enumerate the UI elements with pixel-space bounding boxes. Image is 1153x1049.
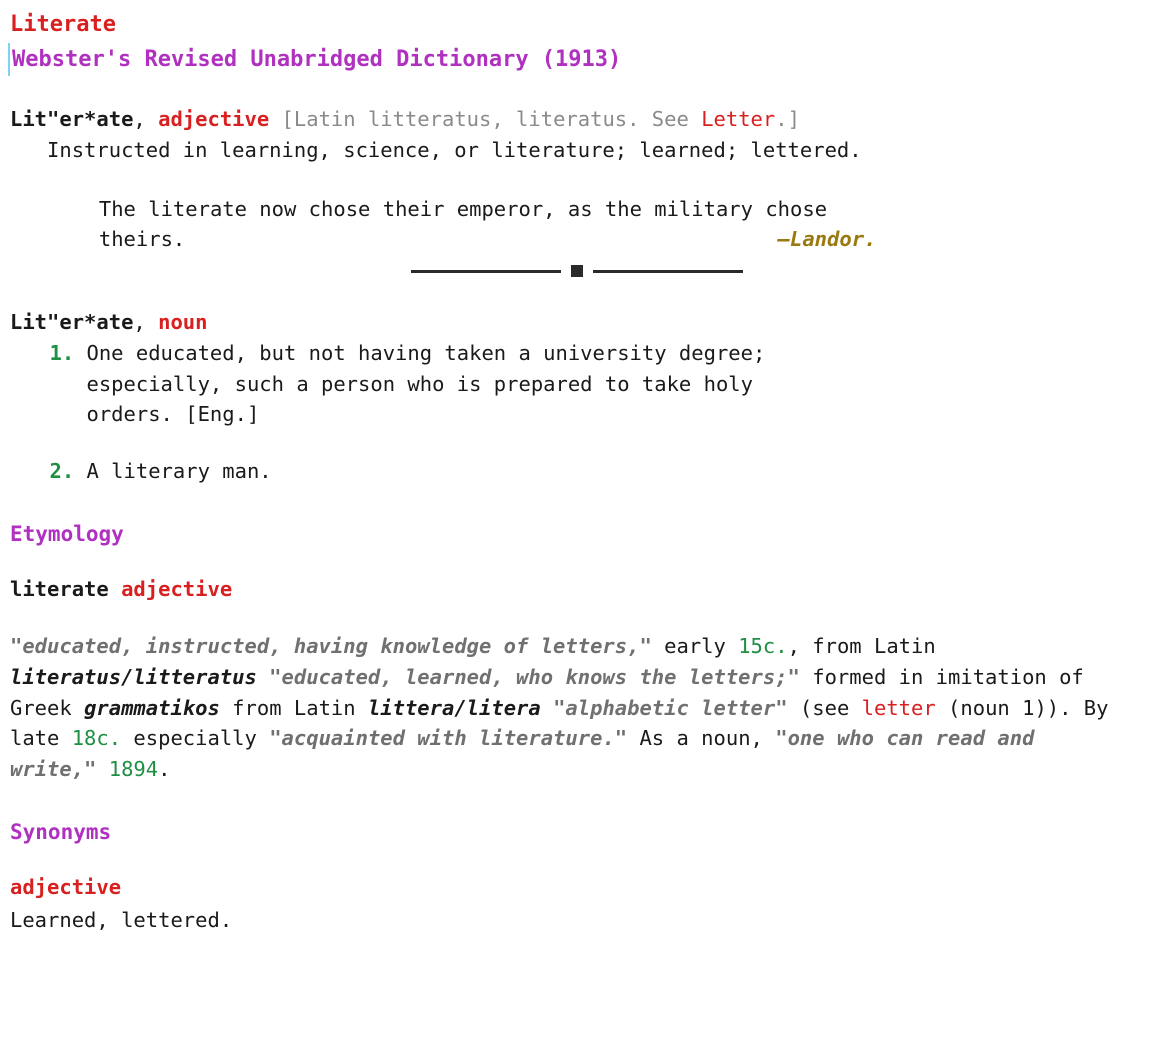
date-text: 15c.: [738, 634, 787, 658]
synonym-list: Learned, lettered.: [10, 905, 1143, 936]
definition-text: Instructed in learning, science, or lite…: [47, 135, 1143, 166]
source-title: Webster's Revised Unabridged Dictionary …: [8, 43, 1143, 76]
divider-line: [593, 270, 743, 273]
gloss-text: "alphabetic letter": [541, 696, 788, 720]
entry-adj-headline: Lit"er*ate, adjective [Latin litteratus,…: [10, 104, 1143, 135]
headword-title: Literate: [10, 8, 1143, 41]
section-divider: [10, 265, 1143, 277]
sep: ,: [133, 310, 158, 334]
part-of-speech: noun: [158, 310, 207, 334]
entry-adjective: Lit"er*ate, adjective [Latin litteratus,…: [10, 104, 1143, 277]
gloss-text: "educated, instructed, having knowledge …: [10, 634, 652, 658]
foreign-term: littera/litera: [368, 696, 541, 720]
gloss-text: "acquainted with literature.": [269, 726, 627, 750]
etymology-paragraph: "educated, instructed, having knowledge …: [10, 631, 1121, 785]
gloss-text: "educated, learned, who knows the letter…: [257, 665, 800, 689]
date-text: 1894: [109, 757, 158, 781]
entry-noun-headline: Lit"er*ate, noun: [10, 307, 1143, 338]
xref-link-letter[interactable]: letter: [862, 696, 936, 720]
etymology-headword-line: literate adjective: [10, 574, 1143, 605]
quotation-attribution: —Landor.: [778, 224, 877, 255]
definition-text: A literary man.: [87, 456, 272, 487]
list-item: 1. One educated, but not having taken a …: [49, 338, 1143, 430]
synonym-part-of-speech: adjective: [10, 872, 1143, 903]
section-heading-synonyms: Synonyms: [10, 817, 1143, 849]
definition-list: 1. One educated, but not having taken a …: [49, 338, 1143, 487]
xref-link-letter[interactable]: Letter: [701, 107, 775, 131]
list-number: 1.: [49, 338, 74, 369]
divider-square-icon: [571, 265, 583, 277]
foreign-term: literatus/litteratus: [10, 665, 257, 689]
list-item: 2. A literary man.: [49, 456, 1143, 487]
list-number: 2.: [49, 456, 74, 487]
date-text: 18c.: [72, 726, 121, 750]
headword: Lit"er*ate: [10, 107, 133, 131]
divider-line: [411, 270, 561, 273]
entry-noun: Lit"er*ate, noun 1. One educated, but no…: [10, 307, 1143, 487]
quotation-block: The literate now chose their emperor, as…: [99, 194, 877, 256]
headword: Lit"er*ate: [10, 310, 133, 334]
section-heading-etymology: Etymology: [10, 519, 1143, 551]
headword: literate: [10, 577, 109, 601]
quotation-text: The literate now chose their emperor, as…: [99, 197, 827, 252]
foreign-term: grammatikos: [84, 696, 220, 720]
sep: ,: [133, 107, 158, 131]
definition-text: One educated, but not having taken a uni…: [87, 338, 828, 430]
part-of-speech: adjective: [121, 577, 232, 601]
part-of-speech: adjective: [158, 107, 269, 131]
etymology-bracket: [Latin litteratus, literatus. See Letter…: [269, 107, 800, 131]
